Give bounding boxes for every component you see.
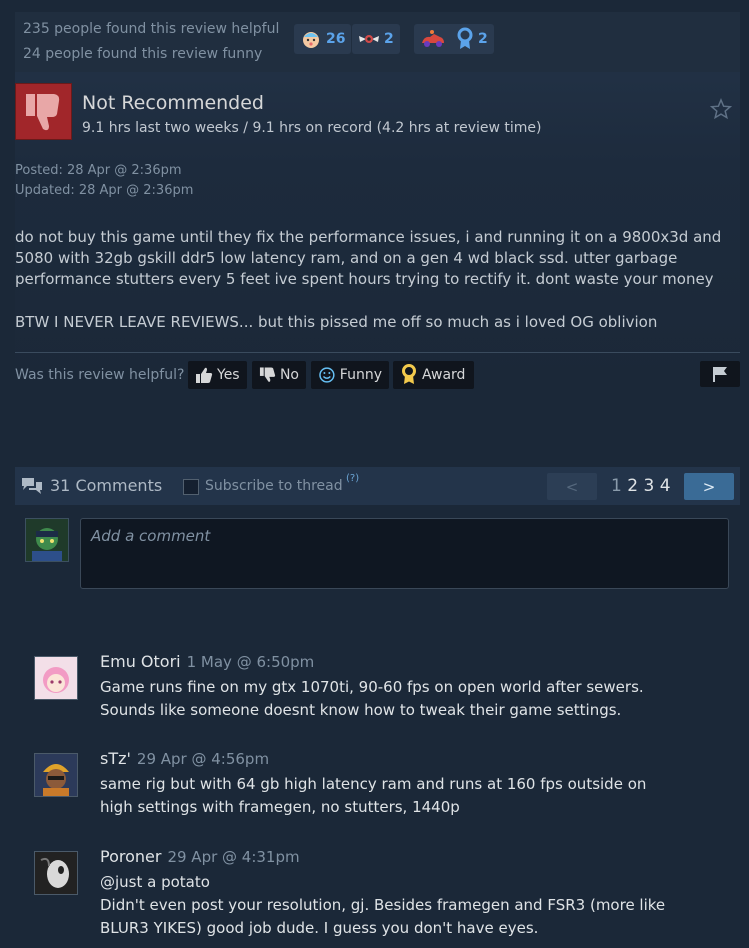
commenter-avatar[interactable] — [34, 656, 78, 700]
vote-funny-label: Funny — [339, 367, 382, 383]
helpful-prompt: Was this review helpful? — [15, 367, 185, 383]
posted-date: Posted: 28 Apr @ 2:36pm — [15, 163, 182, 178]
commenter-avatar[interactable] — [34, 753, 78, 797]
smiley-icon — [319, 367, 335, 383]
comment-timestamp: 29 Apr @ 4:56pm — [136, 750, 270, 768]
baby-face-icon — [303, 32, 319, 48]
vote-no-button[interactable]: No — [252, 361, 306, 389]
comment-author[interactable]: Poroner — [100, 847, 161, 866]
comment-line: same rig but with 64 gb high latency ram… — [100, 775, 647, 793]
comment-body: @just a potato Didn't even post your res… — [100, 871, 720, 940]
award-count: 2 — [478, 31, 488, 47]
page-link-current: 1 — [611, 476, 622, 496]
comment-line: Game runs fine on my gtx 1070ti, 90-60 f… — [100, 678, 644, 696]
comment-author-line: Emu Otori 1 May @ 6:50pm — [100, 652, 314, 671]
comment-timestamp: 29 Apr @ 4:31pm — [167, 848, 300, 866]
award-count: 2 — [384, 31, 394, 47]
commenter-avatar[interactable] — [34, 851, 78, 895]
avatar-image — [26, 519, 68, 561]
favorite-star-button[interactable] — [709, 98, 733, 124]
star-icon — [709, 98, 733, 120]
avatar-image — [35, 852, 77, 894]
ribbon-medal-icon — [457, 27, 473, 49]
thumbs-down-icon — [26, 94, 60, 131]
comment-body: Game runs fine on my gtx 1070ti, 90-60 f… — [100, 676, 720, 722]
award-count: 26 — [326, 31, 346, 47]
current-user-avatar — [25, 518, 69, 562]
prev-page-button[interactable]: < — [547, 473, 597, 500]
review-helpful-summary: 235 people found this review helpful 24 … — [15, 12, 740, 72]
award-chip-ribbon[interactable]: 2 — [450, 24, 494, 54]
updated-date: Updated: 28 Apr @ 2:36pm — [15, 183, 194, 198]
thumbs-down-icon — [259, 367, 276, 382]
award-ribbon-icon — [402, 364, 416, 384]
helpful-count: 235 people found this review helpful — [23, 21, 280, 37]
vote-yes-label: Yes — [217, 367, 240, 383]
page-link[interactable]: 3 — [643, 476, 654, 496]
avatar-image — [35, 754, 77, 796]
racecar-icon — [422, 30, 444, 47]
comment-line: high settings with framegen, no stutters… — [100, 798, 460, 816]
comment-line: BLUR3 YIKES) good job dude. I guess you … — [100, 919, 539, 937]
next-page-button[interactable]: > — [684, 473, 734, 500]
funny-count: 24 people found this review funny — [23, 46, 263, 62]
award-label: Award — [422, 367, 466, 383]
comments-count: 31 Comments — [50, 476, 163, 495]
vote-yes-button[interactable]: Yes — [188, 361, 247, 389]
thumbs-up-icon — [196, 367, 213, 383]
report-flag-button[interactable] — [700, 361, 740, 387]
subscribe-checkbox[interactable] — [183, 479, 199, 495]
review-paragraph: do not buy this game until they fix the … — [15, 228, 722, 288]
comment-author-line: Poroner 29 Apr @ 4:31pm — [100, 847, 300, 866]
vote-funny-button[interactable]: Funny — [311, 361, 389, 389]
thumbs-down-badge — [15, 83, 72, 140]
add-comment-input[interactable]: Add a comment — [80, 518, 729, 589]
comment-author[interactable]: Emu Otori — [100, 652, 181, 671]
comment-line: Didn't even post your resolution, gj. Be… — [100, 896, 666, 914]
page-link[interactable]: 2 — [627, 476, 638, 496]
avatar-image — [35, 657, 77, 699]
vote-no-label: No — [279, 367, 299, 383]
comment-timestamp: 1 May @ 6:50pm — [186, 653, 315, 671]
comment-line: @just a potato — [100, 873, 210, 891]
flag-icon — [713, 367, 727, 382]
subscribe-help-link[interactable]: (?) — [346, 473, 359, 484]
award-chip-winged-heart[interactable]: 2 — [352, 24, 400, 54]
divider — [15, 352, 740, 353]
comments-header: 31 Comments Subscribe to thread (?) < 1 … — [15, 467, 740, 505]
review-paragraph: BTW I NEVER LEAVE REVIEWS... but this pi… — [15, 313, 658, 331]
award-chip-baby[interactable]: 26 — [294, 24, 352, 54]
review-hours: 9.1 hrs last two weeks / 9.1 hrs on reco… — [82, 120, 542, 136]
comment-author-line: sTz' 29 Apr @ 4:56pm — [100, 749, 269, 768]
comment-body: same rig but with 64 gb high latency ram… — [100, 773, 720, 819]
award-button[interactable]: Award — [393, 361, 474, 389]
pagination: 1 2 3 4 — [611, 476, 671, 496]
comment-author[interactable]: sTz' — [100, 749, 131, 768]
subscribe-label[interactable]: Subscribe to thread — [205, 478, 343, 494]
speech-bubbles-icon — [22, 478, 42, 494]
comment-line: Sounds like someone doesnt know how to t… — [100, 701, 622, 719]
page-link[interactable]: 4 — [660, 476, 671, 496]
winged-heart-icon — [359, 35, 379, 43]
review-verdict: Not Recommended — [82, 92, 264, 114]
